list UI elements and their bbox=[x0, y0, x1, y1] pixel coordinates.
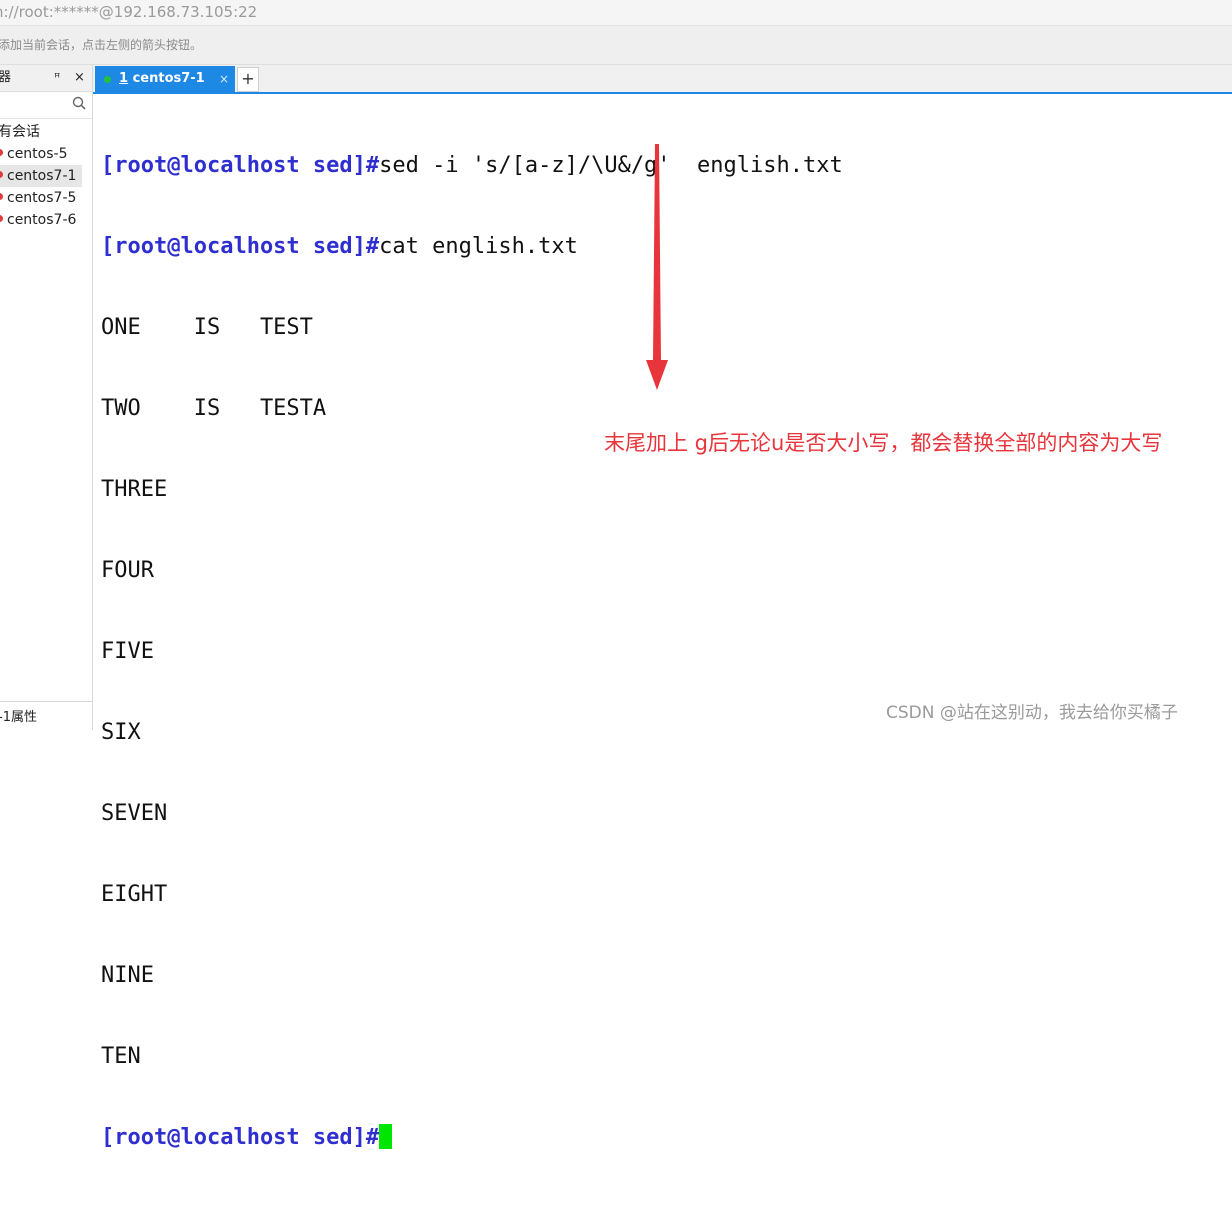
output-line: SIX bbox=[101, 720, 141, 745]
session-hint-text: 添加当前会话，点击左侧的箭头按钮。 bbox=[0, 38, 203, 52]
output-line: THREE bbox=[101, 477, 168, 502]
session-address: h://root:******@192.168.73.105:22 bbox=[0, 3, 258, 21]
session-status-icon bbox=[0, 215, 3, 222]
tab-bar: 1 centos7-1 × + bbox=[93, 65, 1232, 94]
tab-label: 1 centos7-1 bbox=[119, 66, 205, 92]
session-properties-tab[interactable]: -1属性 bbox=[0, 701, 92, 731]
connected-status-icon bbox=[104, 76, 111, 83]
output-line: ONE IS TEST bbox=[101, 315, 313, 340]
panel-title: 器 bbox=[0, 70, 12, 85]
session-hint-bar: 添加当前会话，点击左侧的箭头按钮。 bbox=[0, 26, 1232, 65]
shell-prompt: [root@localhost sed]# bbox=[101, 153, 380, 178]
annotation-note: 末尾加上 g后无论u是否大小写，都会替换全部的内容为大写 bbox=[604, 431, 1163, 455]
tab-centos7-1[interactable]: 1 centos7-1 × bbox=[95, 66, 235, 92]
output-line: NINE bbox=[101, 963, 154, 988]
terminal-line: [root@localhost sed]# bbox=[101, 1124, 843, 1151]
terminal-output: [root@localhost sed]#sed -i 's/[a-z]/\U&… bbox=[101, 98, 843, 1205]
session-status-icon bbox=[0, 171, 3, 178]
session-item-centos7-6[interactable]: centos7-6 bbox=[0, 209, 82, 231]
shell-prompt: [root@localhost sed]# bbox=[101, 1125, 380, 1150]
session-manager-panel: 器 ꟸ × 有会话 centos-5 centos7-1 centos7-5 c… bbox=[0, 65, 93, 730]
terminal-cursor bbox=[379, 1124, 393, 1149]
output-line: EIGHT bbox=[101, 882, 168, 907]
session-item-label: centos7-5 bbox=[7, 190, 77, 206]
output-line: TEN bbox=[101, 1044, 141, 1069]
output-line: FIVE bbox=[101, 639, 154, 664]
output-line: TWO IS TESTA bbox=[101, 396, 327, 421]
close-panel-icon[interactable]: × bbox=[74, 65, 85, 91]
session-item-centos-5[interactable]: centos-5 bbox=[0, 143, 82, 165]
shell-prompt: [root@localhost sed]# bbox=[101, 234, 380, 259]
session-status-icon bbox=[0, 193, 3, 200]
session-item-centos7-5[interactable]: centos7-5 bbox=[0, 187, 82, 209]
session-status-icon bbox=[0, 149, 3, 156]
pin-icon[interactable]: ꟸ bbox=[54, 65, 60, 91]
arrow-down-icon bbox=[646, 144, 668, 390]
address-bar: h://root:******@192.168.73.105:22 bbox=[0, 0, 1232, 26]
watermark: CSDN @站在这别动，我去给你买橘子 bbox=[886, 703, 1178, 723]
close-tab-icon[interactable]: × bbox=[219, 66, 229, 92]
terminal-line: [root@localhost sed]#sed -i 's/[a-z]/\U&… bbox=[101, 152, 843, 179]
session-item-label: centos7-1 bbox=[7, 168, 77, 184]
tab-name: centos7-1 bbox=[132, 71, 205, 86]
session-item-label: centos-5 bbox=[7, 146, 68, 162]
tab-index: 1 bbox=[119, 71, 129, 86]
new-tab-button[interactable]: + bbox=[237, 67, 259, 92]
tree-root-all-sessions[interactable]: 有会话 bbox=[0, 121, 40, 143]
session-properties-label: -1属性 bbox=[0, 710, 37, 725]
command-text: cat english.txt bbox=[379, 234, 578, 259]
search-icon[interactable] bbox=[72, 96, 86, 110]
session-manager-header: 器 ꟸ × bbox=[0, 65, 92, 92]
output-line: FOUR bbox=[101, 558, 154, 583]
terminal-line: [root@localhost sed]#cat english.txt bbox=[101, 233, 843, 260]
session-search-box[interactable] bbox=[0, 92, 92, 119]
session-item-centos7-1[interactable]: centos7-1 bbox=[0, 165, 82, 187]
output-line: SEVEN bbox=[101, 801, 168, 826]
session-item-label: centos7-6 bbox=[7, 212, 77, 228]
command-text: sed -i 's/[a-z]/\U&/g' english.txt bbox=[379, 153, 843, 178]
